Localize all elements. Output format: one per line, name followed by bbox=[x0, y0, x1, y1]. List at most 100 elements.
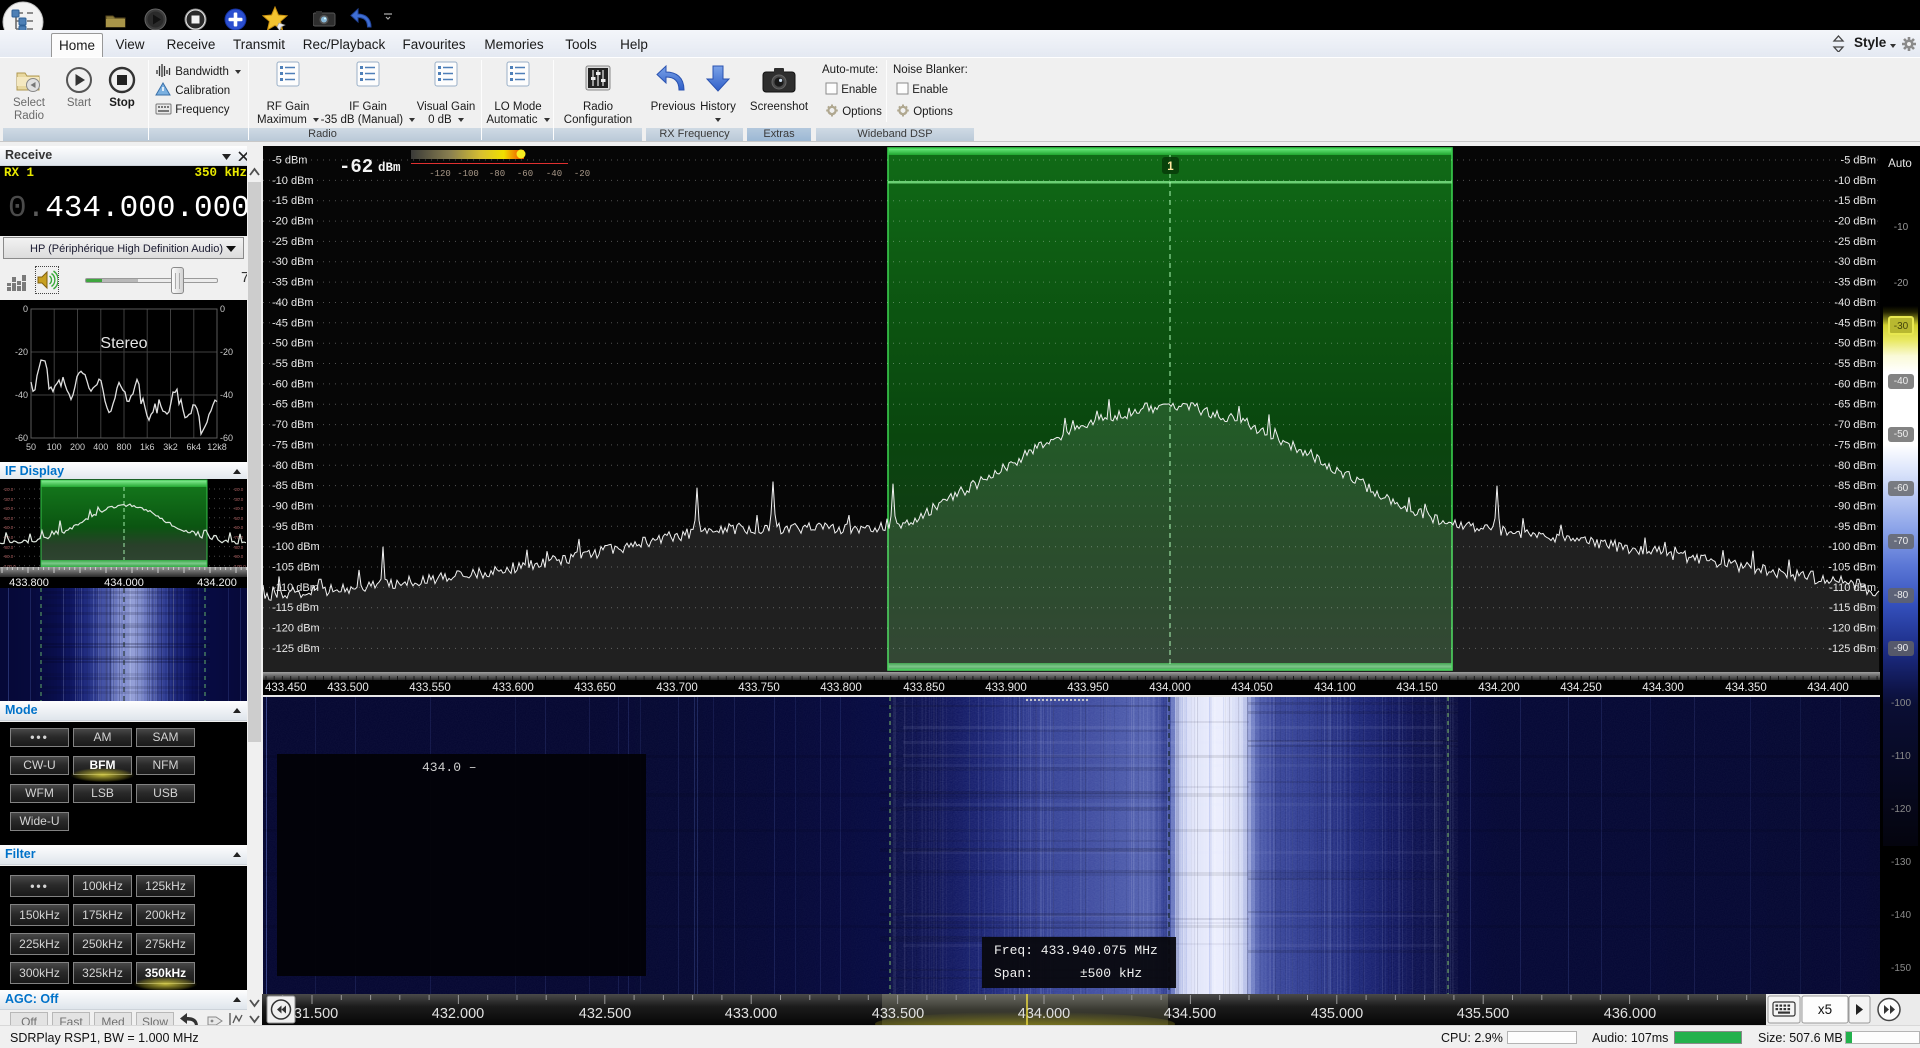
svg-text:-20: -20 bbox=[15, 347, 28, 357]
svg-text:434.500: 434.500 bbox=[1164, 1006, 1216, 1022]
svg-text:433.500: 433.500 bbox=[872, 1006, 924, 1022]
svg-text:-100 dBm: -100 dBm bbox=[1828, 541, 1876, 553]
svg-text:-80: -80 bbox=[489, 169, 505, 179]
svg-text:-95 dBm: -95 dBm bbox=[1834, 521, 1876, 533]
svg-text:-65 dBm: -65 dBm bbox=[1834, 399, 1876, 411]
svg-text:1k6: 1k6 bbox=[140, 442, 155, 452]
svg-text:-115 dBm: -115 dBm bbox=[1829, 602, 1876, 614]
svg-text:-65 dBm: -65 dBm bbox=[272, 399, 314, 411]
svg-text:436.000: 436.000 bbox=[1604, 1006, 1656, 1022]
svg-text:-90.0: -90.0 bbox=[3, 554, 14, 559]
svg-text:-100 dBm: -100 dBm bbox=[272, 541, 320, 553]
svg-text:-105 dBm: -105 dBm bbox=[272, 562, 320, 574]
svg-text:0: 0 bbox=[23, 304, 28, 314]
svg-text:-30.0: -30.0 bbox=[3, 497, 14, 502]
svg-text:434.350: 434.350 bbox=[1725, 682, 1767, 694]
svg-text:-70 dBm: -70 dBm bbox=[272, 419, 314, 431]
svg-text:-20 dBm: -20 dBm bbox=[272, 216, 314, 228]
svg-text:-35 dBm: -35 dBm bbox=[1834, 277, 1876, 289]
svg-text:-15 dBm: -15 dBm bbox=[272, 195, 314, 207]
svg-text:-60 dBm: -60 dBm bbox=[272, 378, 314, 390]
svg-text:Stereo: Stereo bbox=[100, 335, 147, 352]
svg-text:-62: -62 bbox=[339, 156, 373, 178]
svg-text:-120 dBm: -120 dBm bbox=[1828, 623, 1876, 635]
svg-text:0: 0 bbox=[220, 304, 225, 314]
svg-text:-85 dBm: -85 dBm bbox=[1834, 480, 1876, 492]
svg-text:433.650: 433.650 bbox=[574, 682, 616, 694]
svg-text:-25 dBm: -25 dBm bbox=[1834, 236, 1876, 248]
svg-text:dBm: dBm bbox=[378, 161, 401, 175]
svg-text:6k4: 6k4 bbox=[187, 442, 202, 452]
svg-text:-35 dBm: -35 dBm bbox=[272, 277, 314, 289]
svg-text:-50 dBm: -50 dBm bbox=[1834, 338, 1876, 350]
svg-text:-60.0: -60.0 bbox=[233, 525, 244, 530]
svg-text:434.400: 434.400 bbox=[1807, 682, 1849, 694]
svg-text:-40.0: -40.0 bbox=[3, 506, 14, 511]
svg-text:-15 dBm: -15 dBm bbox=[1834, 195, 1876, 207]
svg-text:-60.0: -60.0 bbox=[3, 525, 14, 530]
svg-text:-5 dBm: -5 dBm bbox=[1841, 155, 1876, 167]
svg-text:-95 dBm: -95 dBm bbox=[272, 521, 314, 533]
svg-text:-40.0: -40.0 bbox=[233, 506, 244, 511]
svg-text:-70 dBm: -70 dBm bbox=[1834, 419, 1876, 431]
svg-text:-125 dBm: -125 dBm bbox=[1828, 643, 1876, 655]
svg-text:433.000: 433.000 bbox=[725, 1006, 777, 1022]
svg-text:-30 dBm: -30 dBm bbox=[272, 256, 314, 268]
svg-text:-75 dBm: -75 dBm bbox=[272, 439, 314, 451]
svg-text:-30.0: -30.0 bbox=[233, 497, 244, 502]
svg-text:400: 400 bbox=[93, 442, 108, 452]
svg-text:1: 1 bbox=[1167, 161, 1174, 173]
svg-text:434.000: 434.000 bbox=[1149, 682, 1191, 694]
svg-text:-20: -20 bbox=[574, 169, 590, 179]
svg-text:-60 dBm: -60 dBm bbox=[1834, 378, 1876, 390]
svg-text:433.950: 433.950 bbox=[1067, 682, 1109, 694]
svg-text:-45 dBm: -45 dBm bbox=[1834, 317, 1876, 329]
svg-text:-80.0: -80.0 bbox=[233, 545, 244, 550]
svg-text:-80 dBm: -80 dBm bbox=[272, 460, 314, 472]
svg-text:-85 dBm: -85 dBm bbox=[272, 480, 314, 492]
svg-text:-20: -20 bbox=[220, 347, 233, 357]
svg-text:-50.0: -50.0 bbox=[3, 516, 14, 521]
svg-text:-45 dBm: -45 dBm bbox=[272, 317, 314, 329]
svg-text:Freq: 433.940.075 MHz: Freq: 433.940.075 MHz bbox=[994, 943, 1158, 958]
svg-text:433.850: 433.850 bbox=[903, 682, 945, 694]
svg-text:-40 dBm: -40 dBm bbox=[272, 297, 314, 309]
svg-text:-80 dBm: -80 dBm bbox=[1834, 460, 1876, 472]
svg-text:433.800: 433.800 bbox=[9, 577, 49, 589]
svg-text:-115 dBm: -115 dBm bbox=[272, 602, 319, 614]
svg-text:-20.0: -20.0 bbox=[3, 487, 14, 492]
svg-text:Span: ±500 kHz: Span: ±500 kHz bbox=[994, 966, 1142, 981]
svg-text:-100: -100 bbox=[457, 169, 479, 179]
svg-text:-90.0: -90.0 bbox=[233, 554, 244, 559]
svg-text:434.200: 434.200 bbox=[197, 577, 237, 589]
svg-text:x5: x5 bbox=[1818, 1002, 1832, 1017]
svg-text:434.200: 434.200 bbox=[1478, 682, 1520, 694]
svg-text:-120 dBm: -120 dBm bbox=[272, 623, 320, 635]
svg-text:200: 200 bbox=[70, 442, 85, 452]
svg-text:-50 dBm: -50 dBm bbox=[272, 338, 314, 350]
svg-text:434.150: 434.150 bbox=[1396, 682, 1438, 694]
svg-text:12k8: 12k8 bbox=[207, 442, 227, 452]
svg-text:-40 dBm: -40 dBm bbox=[1834, 297, 1876, 309]
svg-text:433.800: 433.800 bbox=[820, 682, 862, 694]
svg-text:-40: -40 bbox=[220, 390, 233, 400]
svg-text:433.550: 433.550 bbox=[409, 682, 451, 694]
svg-text:432.500: 432.500 bbox=[579, 1006, 631, 1022]
svg-text:432.000: 432.000 bbox=[432, 1006, 484, 1022]
svg-text:-20 dBm: -20 dBm bbox=[1834, 216, 1876, 228]
svg-text:800: 800 bbox=[116, 442, 131, 452]
svg-text:-10 dBm: -10 dBm bbox=[272, 175, 314, 187]
svg-text:433.450: 433.450 bbox=[265, 682, 307, 694]
svg-text:-20.0: -20.0 bbox=[233, 487, 244, 492]
svg-text:-90 dBm: -90 dBm bbox=[1834, 501, 1876, 513]
svg-text:434.300: 434.300 bbox=[1642, 682, 1684, 694]
svg-text:434.000: 434.000 bbox=[1018, 1006, 1070, 1022]
svg-text:435.500: 435.500 bbox=[1457, 1006, 1509, 1022]
svg-text:434.050: 434.050 bbox=[1231, 682, 1273, 694]
svg-text:434.100: 434.100 bbox=[1314, 682, 1356, 694]
svg-text:433.700: 433.700 bbox=[656, 682, 698, 694]
svg-text:-125 dBm: -125 dBm bbox=[272, 643, 320, 655]
svg-text:-120: -120 bbox=[429, 169, 451, 179]
svg-text:50: 50 bbox=[26, 442, 36, 452]
svg-text:-10 dBm: -10 dBm bbox=[1834, 175, 1876, 187]
